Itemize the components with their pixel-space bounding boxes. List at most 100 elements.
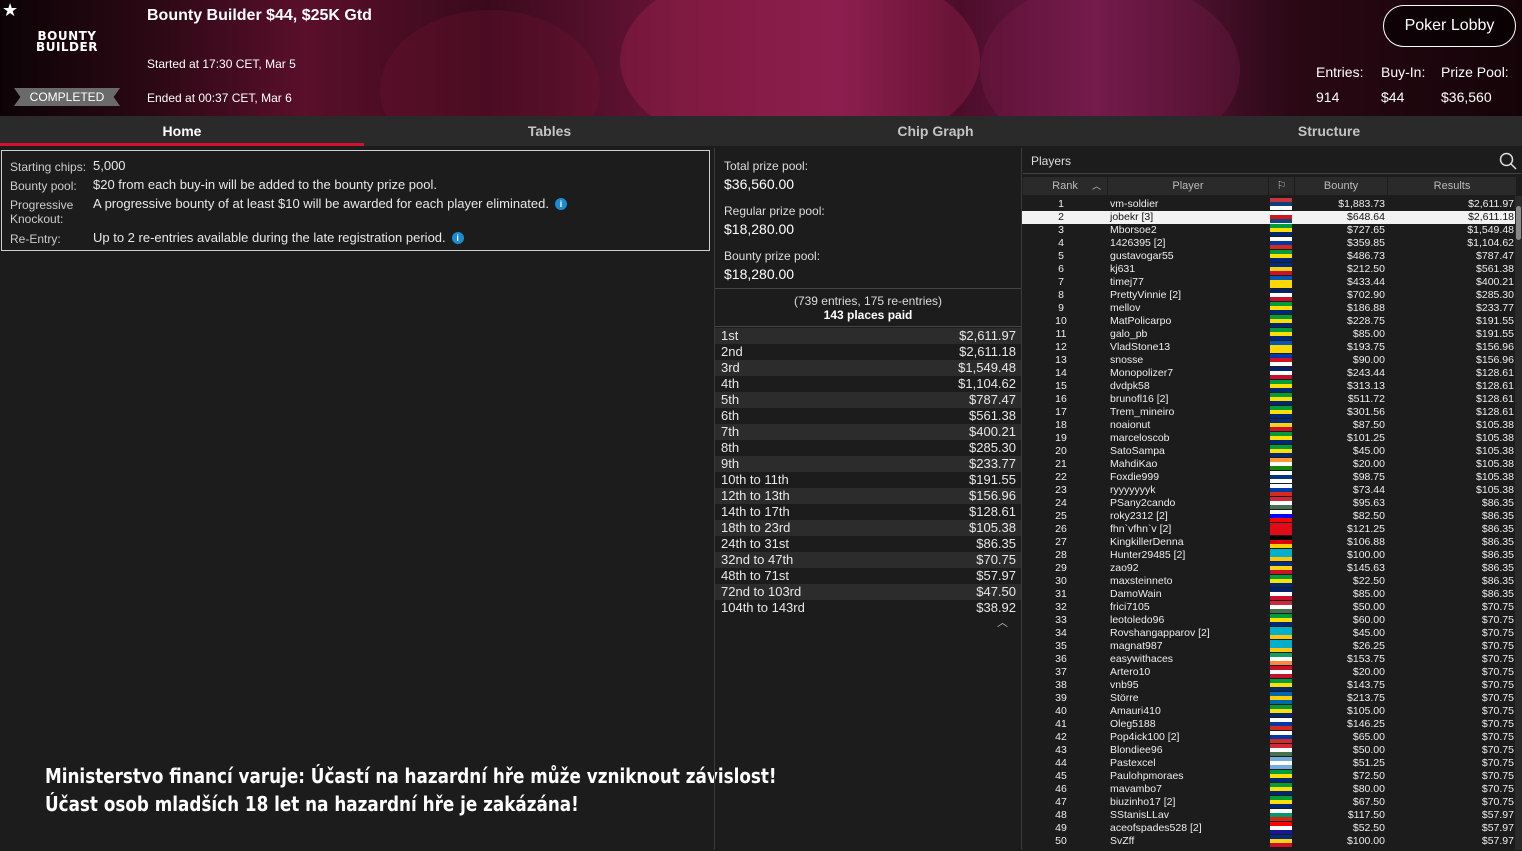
- rank-cell: 27: [1055, 536, 1067, 548]
- table-row[interactable]: 7 timej77 $433.44 $400.21: [1022, 276, 1515, 289]
- table-row[interactable]: 43 Blondiee96 $50.00 $70.75: [1022, 744, 1515, 757]
- country-flag-icon: [1270, 497, 1292, 509]
- table-row[interactable]: 49 aceofspades528 [2] $52.50 $57.97: [1022, 822, 1515, 835]
- table-row[interactable]: 46 mavambo7 $80.00 $70.75: [1022, 783, 1515, 796]
- collapse-chevron-up-icon[interactable]: ︿: [997, 614, 1008, 630]
- table-row[interactable]: 1 vm-soldier $1,883.73 $2,611.97: [1022, 198, 1515, 211]
- table-row[interactable]: 19 marceloscob $101.25 $105.38: [1022, 432, 1515, 445]
- table-row[interactable]: 9 mellov $186.88 $233.77: [1022, 302, 1515, 315]
- table-row[interactable]: 8 PrettyVinnie [2] $702.90 $285.30: [1022, 289, 1515, 302]
- bounty-cell: $95.63: [1352, 497, 1385, 509]
- table-row[interactable]: 50 SvZff $100.00 $57.97: [1022, 835, 1515, 848]
- results-cell: $70.75: [1481, 653, 1514, 665]
- table-row[interactable]: 47 biuzinho17 [2] $67.50 $70.75: [1022, 796, 1515, 809]
- column-header-results[interactable]: Results: [1388, 177, 1516, 195]
- flag-cell: [1270, 640, 1292, 652]
- player-list-scrollbar[interactable]: [1515, 196, 1522, 850]
- table-row[interactable]: 44 Pastexcel $51.25 $70.75: [1022, 757, 1515, 770]
- tab-tables[interactable]: Tables: [364, 116, 735, 146]
- table-row[interactable]: 2 jobekr [3] $648.64 $2,611.18: [1022, 211, 1515, 224]
- info-icon[interactable]: i: [451, 232, 464, 244]
- flag-cell: [1270, 341, 1292, 353]
- column-header-country-flag-icon[interactable]: ⚐: [1269, 177, 1294, 195]
- table-row[interactable]: 22 Foxdie999 $98.75 $105.38: [1022, 471, 1515, 484]
- table-row[interactable]: 11 galo_pb $85.00 $191.55: [1022, 328, 1515, 341]
- table-row[interactable]: 39 Större $213.75 $70.75: [1022, 692, 1515, 705]
- table-row[interactable]: 13 snosse $90.00 $156.96: [1022, 354, 1515, 367]
- table-row[interactable]: 32 frici7105 $50.00 $70.75: [1022, 601, 1515, 614]
- bounty-cell: $72.50: [1352, 770, 1385, 782]
- search-icon[interactable]: [1499, 152, 1517, 170]
- rank-cell: 39: [1055, 692, 1067, 704]
- flag-cell: [1270, 575, 1292, 587]
- table-row[interactable]: 18 noaionut $87.50 $105.38: [1022, 419, 1515, 432]
- table-row[interactable]: 6 kj631 $212.50 $561.38: [1022, 263, 1515, 276]
- table-row[interactable]: 24 PSany2cando $95.63 $86.35: [1022, 497, 1515, 510]
- table-row[interactable]: 30 maxsteinneto $22.50 $86.35: [1022, 575, 1515, 588]
- table-row[interactable]: 25 roky2312 [2] $82.50 $86.35: [1022, 510, 1515, 523]
- table-row[interactable]: 17 Trem_mineiro $301.56 $128.61: [1022, 406, 1515, 419]
- player-name-cell: kj631: [1110, 263, 1136, 275]
- table-row[interactable]: 26 fhn`vfhn`v [2] $121.25 $86.35: [1022, 523, 1515, 536]
- table-row[interactable]: 37 Artero10 $20.00 $70.75: [1022, 666, 1515, 679]
- table-row[interactable]: 10 MatPolicarpo $228.75 $191.55: [1022, 315, 1515, 328]
- table-row[interactable]: 45 Paulohpmoraes $72.50 $70.75: [1022, 770, 1515, 783]
- table-row[interactable]: 31 DamoWain $85.00 $86.35: [1022, 588, 1515, 601]
- flag-cell: [1270, 484, 1292, 496]
- table-row[interactable]: 36 easywithaces $153.75 $70.75: [1022, 653, 1515, 666]
- table-row[interactable]: 20 SatoSampa $45.00 $105.38: [1022, 445, 1515, 458]
- flag-cell: [1270, 705, 1292, 717]
- entries-value: 914: [1316, 89, 1340, 105]
- bounty-cell: $50.00: [1352, 601, 1385, 613]
- flag-cell: [1270, 731, 1292, 743]
- table-row[interactable]: 15 dvdpk58 $313.13 $128.61: [1022, 380, 1515, 393]
- rank-cell: 26: [1055, 523, 1067, 535]
- table-row[interactable]: 34 Rovshangapparov [2] $45.00 $70.75: [1022, 627, 1515, 640]
- flag-cell: [1270, 458, 1292, 470]
- column-header-player[interactable]: Player: [1108, 177, 1268, 195]
- table-row[interactable]: 38 vnb95 $143.75 $70.75: [1022, 679, 1515, 692]
- bounty-cell: $186.88: [1347, 302, 1385, 314]
- table-row[interactable]: 41 Oleg5188 $146.25 $70.75: [1022, 718, 1515, 731]
- bounty-cell: $101.25: [1347, 432, 1385, 444]
- table-row[interactable]: 21 MahdiKao $20.00 $105.38: [1022, 458, 1515, 471]
- table-row[interactable]: 4 1426395 [2] $359.85 $1,104.62: [1022, 237, 1515, 250]
- country-flag-icon: [1270, 770, 1292, 782]
- tab-chip-graph[interactable]: Chip Graph: [735, 116, 1136, 146]
- payout-row: 12th to 13th $156.96: [715, 488, 1021, 504]
- table-row[interactable]: 16 brunofl16 [2] $511.72 $128.61: [1022, 393, 1515, 406]
- table-row[interactable]: 5 gustavogar55 $486.73 $787.47: [1022, 250, 1515, 263]
- bounty-cell: $67.50: [1352, 796, 1385, 808]
- table-row[interactable]: 40 Amauri410 $105.00 $70.75: [1022, 705, 1515, 718]
- players-search-bar[interactable]: Players: [1023, 148, 1521, 174]
- rank-cell: 18: [1055, 419, 1067, 431]
- table-row[interactable]: 3 Mborsoe2 $727.65 $1,549.48: [1022, 224, 1515, 237]
- table-row[interactable]: 14 Monopolizer7 $243.44 $128.61: [1022, 367, 1515, 380]
- results-cell: $70.75: [1481, 757, 1514, 769]
- table-row[interactable]: 33 leotoledo96 $60.00 $70.75: [1022, 614, 1515, 627]
- info-value-wrap: Up to 2 re-entries available during the …: [93, 230, 464, 246]
- table-row[interactable]: 35 magnat987 $26.25 $70.75: [1022, 640, 1515, 653]
- table-row[interactable]: 48 SStanisLLav $117.50 $57.97: [1022, 809, 1515, 822]
- column-header-rank[interactable]: Rank ︿: [1023, 177, 1107, 195]
- info-icon[interactable]: i: [554, 198, 567, 210]
- tab-home[interactable]: Home: [0, 116, 364, 146]
- bounty-cell: $105.00: [1347, 705, 1385, 717]
- table-row[interactable]: 27 KingkillerDenna $106.88 $86.35: [1022, 536, 1515, 549]
- table-row[interactable]: 23 ryyyyyyyk $73.44 $105.38: [1022, 484, 1515, 497]
- column-header-bounty[interactable]: Bounty: [1295, 177, 1387, 195]
- rank-cell: 31: [1055, 588, 1067, 600]
- scrollbar-thumb[interactable]: [1516, 206, 1521, 240]
- table-row[interactable]: 29 zao92 $145.63 $86.35: [1022, 562, 1515, 575]
- favorite-star-icon[interactable]: ★: [2, 0, 18, 21]
- bounty-cell: $82.50: [1352, 510, 1385, 522]
- table-row[interactable]: 28 Hunter29485 [2] $100.00 $86.35: [1022, 549, 1515, 562]
- flag-cell: [1270, 588, 1292, 600]
- country-flag-icon: [1270, 211, 1292, 223]
- table-row[interactable]: 12 VladStone13 $193.75 $156.96: [1022, 341, 1515, 354]
- player-name-cell: SvZff: [1110, 835, 1135, 847]
- poker-lobby-button[interactable]: Poker Lobby: [1383, 5, 1516, 47]
- rank-cell: 43: [1055, 744, 1067, 756]
- table-row[interactable]: 42 Pop4ick100 [2] $65.00 $70.75: [1022, 731, 1515, 744]
- tab-structure[interactable]: Structure: [1136, 116, 1522, 146]
